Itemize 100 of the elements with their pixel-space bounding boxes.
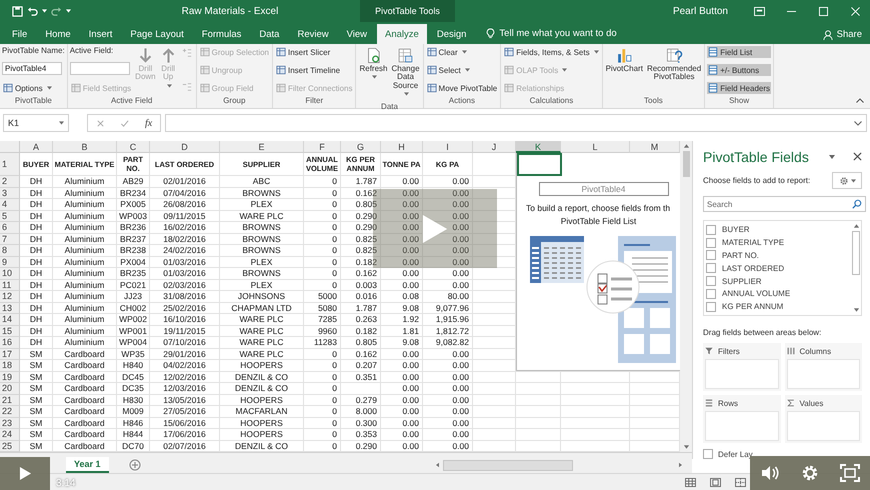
add-sheet-icon[interactable] bbox=[128, 459, 141, 471]
column-header[interactable]: M bbox=[630, 141, 680, 153]
share-button[interactable]: Share bbox=[822, 29, 862, 40]
ribbon-button[interactable]: Move PivotTable bbox=[426, 82, 498, 94]
field-name[interactable]: BUYER bbox=[722, 225, 750, 234]
checkbox[interactable] bbox=[706, 263, 716, 274]
column-header[interactable]: C bbox=[117, 141, 150, 153]
expand-icon[interactable] bbox=[854, 120, 862, 126]
column-header[interactable]: I bbox=[423, 141, 473, 153]
ribbon-tab[interactable]: Analyze bbox=[377, 24, 427, 44]
normal-view-icon[interactable] bbox=[685, 478, 696, 486]
row-number[interactable]: 25 bbox=[0, 440, 20, 452]
row-number[interactable]: 15 bbox=[0, 326, 20, 337]
ribbon-display-icon[interactable] bbox=[754, 6, 765, 16]
toggle-button[interactable]: Field List bbox=[707, 46, 772, 58]
undo-icon[interactable] bbox=[27, 6, 38, 16]
field-name[interactable]: SUPPLIER bbox=[722, 276, 762, 286]
field-name[interactable]: MATERIAL TYPE bbox=[722, 238, 784, 248]
field-name[interactable]: LAST ORDERED bbox=[722, 264, 784, 273]
checkbox[interactable] bbox=[706, 238, 716, 248]
row-number[interactable]: 1 bbox=[0, 153, 20, 176]
caret-icon[interactable] bbox=[42, 9, 47, 13]
row-number[interactable]: 11 bbox=[0, 280, 20, 291]
row-number[interactable]: 2 bbox=[0, 176, 20, 188]
fullscreen-icon[interactable] bbox=[840, 463, 860, 483]
redo-icon[interactable] bbox=[51, 6, 62, 16]
scroll-thumb[interactable] bbox=[852, 231, 860, 276]
checkbox[interactable] bbox=[706, 288, 716, 299]
left-arrow-icon[interactable] bbox=[434, 462, 441, 468]
column-header[interactable]: D bbox=[150, 141, 220, 153]
checkbox[interactable] bbox=[706, 302, 716, 312]
close-icon[interactable] bbox=[853, 152, 862, 162]
horizontal-scrollbar[interactable] bbox=[434, 459, 684, 471]
save-icon[interactable] bbox=[12, 6, 23, 16]
row-number[interactable]: 6 bbox=[0, 222, 20, 234]
checkbox-label[interactable]: Defer Lay bbox=[718, 450, 753, 458]
row-number[interactable]: 7 bbox=[0, 234, 20, 245]
page-layout-icon[interactable] bbox=[710, 478, 721, 486]
row-number[interactable]: 17 bbox=[0, 348, 20, 360]
row-number[interactable]: 10 bbox=[0, 268, 20, 280]
ribbon-button[interactable]: Insert Slicer bbox=[275, 46, 354, 58]
sheet-tab[interactable]: Year 1 bbox=[66, 457, 109, 473]
formula-input[interactable] bbox=[165, 114, 867, 132]
ribbon-tab[interactable]: Insert bbox=[80, 24, 120, 44]
toggle-button[interactable]: Field Headers bbox=[707, 82, 772, 94]
ribbon-button[interactable]: Clear bbox=[426, 46, 498, 58]
ribbon-tab[interactable]: Page Layout bbox=[122, 24, 192, 44]
row-number[interactable]: 22 bbox=[0, 406, 20, 418]
ribbon-button[interactable]: Recommended PivotTables bbox=[646, 46, 702, 83]
caret-icon[interactable] bbox=[66, 9, 71, 13]
row-number[interactable]: 24 bbox=[0, 429, 20, 440]
up-arrow-icon[interactable] bbox=[682, 143, 690, 149]
scroll-thumb[interactable] bbox=[443, 460, 573, 470]
column-header[interactable]: G bbox=[341, 141, 381, 153]
ribbon-button[interactable]: PivotChart bbox=[604, 46, 644, 74]
row-number[interactable]: 16 bbox=[0, 337, 20, 348]
ribbon-button[interactable]: Insert Timeline bbox=[275, 64, 354, 76]
field-name[interactable]: KG PER ANNUM bbox=[722, 302, 784, 312]
ribbon-button[interactable]: Fields, Items, & Sets bbox=[503, 46, 600, 58]
ribbon-tab[interactable]: File bbox=[4, 24, 36, 44]
column-header[interactable]: B bbox=[53, 141, 117, 153]
column-header[interactable]: F bbox=[304, 141, 341, 153]
field-name[interactable]: ANNUAL VOLUME bbox=[722, 289, 790, 298]
ribbon-tab[interactable]: Design bbox=[428, 24, 474, 44]
up-arrow-icon[interactable] bbox=[852, 223, 860, 230]
ribbon-button[interactable]: Refresh bbox=[358, 46, 388, 83]
row-number[interactable]: 13 bbox=[0, 302, 20, 314]
toggle-button[interactable]: +/- Buttons bbox=[707, 64, 772, 76]
column-header[interactable]: A bbox=[20, 141, 53, 153]
column-header[interactable]: L bbox=[561, 141, 630, 153]
vertical-scrollbar[interactable] bbox=[680, 141, 692, 452]
caret-icon[interactable] bbox=[829, 154, 835, 159]
tell-me-search[interactable]: Tell me what you want to do bbox=[499, 28, 617, 39]
row-number[interactable]: 19 bbox=[0, 372, 20, 383]
ribbon-button[interactable]: Options bbox=[2, 82, 65, 94]
checkbox[interactable] bbox=[703, 449, 713, 459]
ribbon-tab[interactable]: Home bbox=[37, 24, 79, 44]
row-number[interactable]: 9 bbox=[0, 256, 20, 268]
row-number[interactable]: 18 bbox=[0, 360, 20, 372]
play-button[interactable] bbox=[0, 457, 50, 490]
right-arrow-icon[interactable] bbox=[677, 462, 684, 468]
settings-icon[interactable] bbox=[800, 463, 820, 483]
down-arrow-icon[interactable] bbox=[852, 307, 860, 313]
row-number[interactable]: 4 bbox=[0, 199, 20, 210]
ribbon-tab[interactable]: Review bbox=[289, 24, 337, 44]
ribbon-tab[interactable]: Formulas bbox=[194, 24, 250, 44]
collapse-ribbon-icon[interactable] bbox=[856, 98, 864, 103]
checkbox[interactable] bbox=[706, 224, 716, 235]
column-header[interactable]: E bbox=[220, 141, 304, 153]
text-field[interactable] bbox=[70, 62, 130, 75]
field-name[interactable]: PART NO. bbox=[722, 250, 759, 260]
ribbon-tab[interactable]: Data bbox=[251, 24, 288, 44]
ribbon-tab[interactable]: View bbox=[338, 24, 376, 44]
checkbox[interactable] bbox=[706, 250, 716, 260]
down-arrow-icon[interactable] bbox=[682, 444, 690, 450]
row-number[interactable]: 8 bbox=[0, 245, 20, 256]
search-field[interactable]: Search bbox=[703, 196, 866, 212]
insert-function-button[interactable]: fx bbox=[144, 118, 152, 128]
row-number[interactable]: 20 bbox=[0, 383, 20, 394]
column-header[interactable]: K bbox=[516, 141, 561, 153]
